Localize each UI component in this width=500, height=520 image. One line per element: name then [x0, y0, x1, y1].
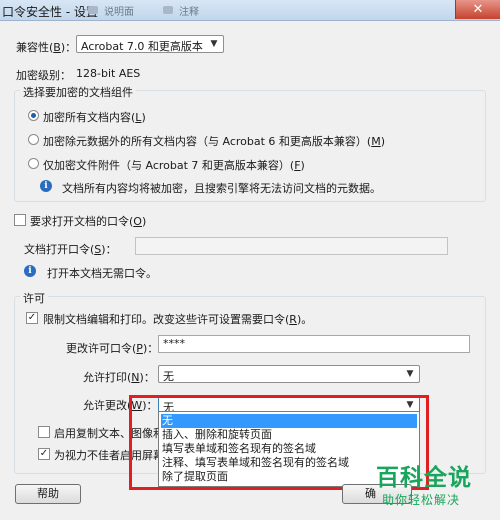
- allow-printing-select[interactable]: 无 ▼: [158, 365, 420, 383]
- window-title: 口令安全性 - 设置: [2, 5, 98, 19]
- help-button[interactable]: 帮助: [15, 484, 81, 504]
- background-tab-label: 说明面: [104, 7, 134, 18]
- title-bar: 口令安全性 - 设置 说明面 注释 ✕: [0, 0, 500, 21]
- info-icon: i: [40, 180, 52, 192]
- restrict-editing-label: 限制文档编辑和打印。改变这些许可设置需要口令(R)。: [43, 313, 313, 326]
- components-info-text: 文档所有内容均将被加密，且搜索引擎将无法访问文档的元数据。: [62, 182, 381, 195]
- background-tab-label: 注释: [179, 7, 199, 18]
- check-icon: ✓: [27, 312, 37, 323]
- enable-copy-checkbox[interactable]: [38, 426, 50, 438]
- watermark-logo: 百科全说 助你轻松解决: [368, 456, 498, 516]
- permissions-group-title: 许可: [20, 290, 48, 306]
- open-password-field-label: 文档打开口令(S)：: [24, 243, 117, 256]
- require-open-password-checkbox[interactable]: [14, 214, 26, 226]
- close-icon: ✕: [472, 2, 484, 17]
- screen-reader-checkbox[interactable]: ✓: [38, 448, 50, 460]
- compatibility-label: 兼容性(B)：: [16, 41, 77, 54]
- chevron-down-icon: ▼: [406, 369, 414, 379]
- open-password-info-text: 打开本文档无需口令。: [47, 267, 157, 280]
- password-mask: ****: [163, 337, 185, 350]
- allow-printing-value: 无: [163, 370, 174, 383]
- restrict-editing-checkbox[interactable]: ✓: [26, 312, 38, 324]
- open-password-input[interactable]: [135, 237, 448, 255]
- allow-printing-label: 允许打印(N)：: [83, 371, 155, 384]
- chevron-down-icon: ▼: [210, 39, 218, 49]
- radio-encrypt-all[interactable]: [28, 110, 39, 121]
- radio-encrypt-except-metadata-label: 加密除元数据外的所有文档内容（与 Acrobat 6 和更高版本兼容）(M): [43, 135, 386, 148]
- change-permissions-password-input[interactable]: ****: [158, 335, 470, 353]
- watermark-sub-text: 助你轻松解决: [382, 493, 461, 507]
- require-open-password-label: 要求打开文档的口令(O): [30, 215, 147, 228]
- radio-encrypt-attachments[interactable]: [28, 158, 39, 169]
- radio-encrypt-all-label: 加密所有文档内容(L): [43, 111, 146, 124]
- info-icon: i: [24, 265, 36, 277]
- radio-encrypt-attachments-label: 仅加密文件附件（与 Acrobat 7 和更高版本兼容）(F): [43, 159, 305, 172]
- background-app-icon: [163, 6, 173, 14]
- compatibility-select[interactable]: Acrobat 7.0 和更高版本 ▼: [76, 35, 224, 53]
- background-app-icon: [88, 6, 98, 14]
- change-permissions-password-label: 更改许可口令(P)：: [66, 342, 159, 355]
- components-group-title: 选择要加密的文档组件: [20, 84, 136, 100]
- check-icon: ✓: [39, 448, 49, 459]
- radio-encrypt-except-metadata[interactable]: [28, 134, 39, 145]
- encryption-level-value: 128-bit AES: [76, 67, 141, 80]
- encryption-level-label: 加密级别：: [16, 69, 71, 82]
- close-button[interactable]: ✕: [455, 0, 500, 19]
- watermark-main-text: 百科全说: [376, 465, 472, 491]
- compatibility-value: Acrobat 7.0 和更高版本: [81, 40, 203, 53]
